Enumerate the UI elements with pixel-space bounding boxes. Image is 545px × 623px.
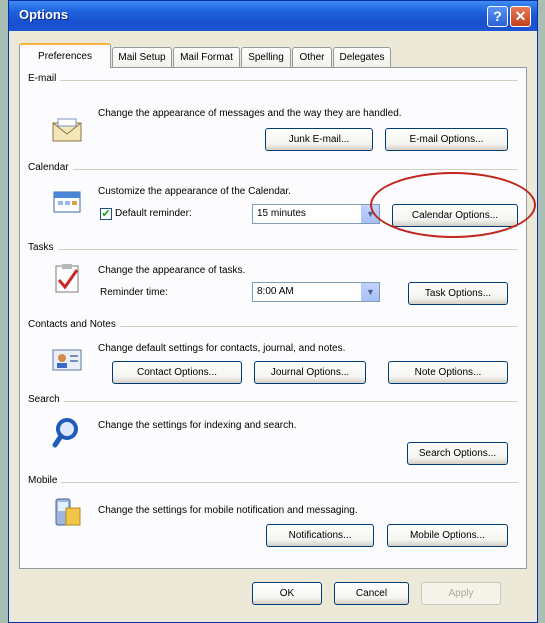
note-options-button[interactable]: Note Options... <box>388 361 508 384</box>
apply-button[interactable]: Apply <box>421 582 501 605</box>
options-dialog: Options ? ✕ Preferences Mail Setup Mail … <box>8 0 538 623</box>
preferences-panel: E-mail Change the appearance of messages… <box>19 67 527 569</box>
tab-mail-format[interactable]: Mail Format <box>173 47 240 67</box>
title-bar[interactable]: Options ? ✕ <box>9 1 537 31</box>
divider <box>28 482 518 483</box>
journal-options-button[interactable]: Journal Options... <box>254 361 366 384</box>
email-heading: E-mail <box>28 73 61 84</box>
contacts-description: Change default settings for contacts, jo… <box>98 343 346 354</box>
default-reminder-label: Default reminder: <box>115 208 192 219</box>
contacts-card-icon <box>52 349 82 371</box>
tab-preferences[interactable]: Preferences <box>19 43 111 68</box>
reminder-select-value: 15 minutes <box>257 208 306 219</box>
divider <box>28 401 518 402</box>
contacts-heading: Contacts and Notes <box>28 319 120 330</box>
reminder-time-select[interactable]: 8:00 AM ▼ <box>252 282 380 302</box>
search-heading: Search <box>28 394 64 405</box>
task-options-button[interactable]: Task Options... <box>408 282 508 305</box>
default-reminder-select[interactable]: 15 minutes ▼ <box>252 204 380 224</box>
tasks-checkmark-icon <box>55 264 79 293</box>
mobile-device-icon <box>55 498 81 526</box>
window-title: Options <box>19 7 69 22</box>
email-options-button[interactable]: E-mail Options... <box>385 128 508 151</box>
email-description: Change the appearance of messages and th… <box>98 108 402 119</box>
help-button[interactable]: ? <box>487 6 508 27</box>
calendar-icon <box>53 191 81 213</box>
email-envelope-icon <box>52 118 82 142</box>
tab-delegates[interactable]: Delegates <box>333 47 391 67</box>
divider <box>28 249 518 250</box>
calendar-options-highlight <box>370 172 536 238</box>
tab-spelling[interactable]: Spelling <box>241 47 291 67</box>
reminder-time-value: 8:00 AM <box>257 286 294 297</box>
close-button[interactable]: ✕ <box>510 6 531 27</box>
ok-button[interactable]: OK <box>252 582 322 605</box>
cancel-button[interactable]: Cancel <box>334 582 409 605</box>
search-magnifier-icon <box>52 418 78 448</box>
calendar-description: Customize the appearance of the Calendar… <box>98 186 291 197</box>
junk-email-button[interactable]: Junk E-mail... <box>265 128 373 151</box>
mobile-options-button[interactable]: Mobile Options... <box>387 524 508 547</box>
tab-mail-setup[interactable]: Mail Setup <box>112 47 172 67</box>
mobile-description: Change the settings for mobile notificat… <box>98 505 358 516</box>
tab-other[interactable]: Other <box>292 47 332 67</box>
mobile-heading: Mobile <box>28 475 62 486</box>
divider <box>28 169 518 170</box>
divider <box>28 80 518 81</box>
notifications-button[interactable]: Notifications... <box>266 524 374 547</box>
search-options-button[interactable]: Search Options... <box>407 442 508 465</box>
tasks-description: Change the appearance of tasks. <box>98 265 246 276</box>
search-description: Change the settings for indexing and sea… <box>98 420 297 431</box>
default-reminder-checkbox[interactable]: ✔ <box>100 208 112 220</box>
reminder-time-label: Reminder time: <box>100 287 168 298</box>
contact-options-button[interactable]: Contact Options... <box>112 361 242 384</box>
tasks-heading: Tasks <box>28 242 58 253</box>
chevron-down-icon[interactable]: ▼ <box>361 283 379 301</box>
calendar-heading: Calendar <box>28 162 73 173</box>
